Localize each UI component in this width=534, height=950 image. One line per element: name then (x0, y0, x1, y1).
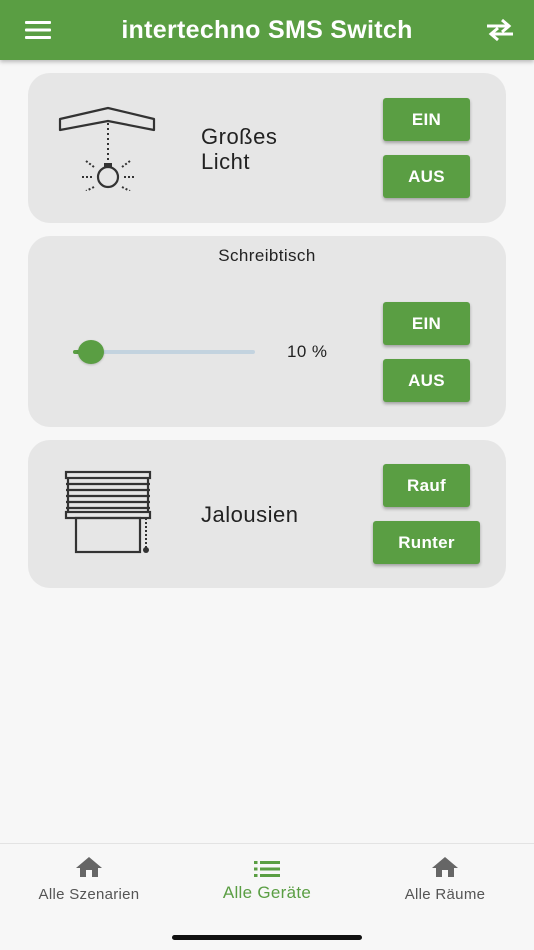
nav-item-alle-geraete[interactable]: Alle Geräte (178, 852, 356, 912)
nav-label: Alle Räume (404, 886, 486, 903)
menu-icon[interactable] (22, 17, 54, 43)
window-blinds-icon (64, 470, 154, 561)
device-name: Schreibtisch (218, 246, 316, 265)
nav-item-alle-szenarien[interactable]: Alle Szenarien (0, 852, 178, 912)
dimmer-slider[interactable] (73, 340, 255, 364)
slider-thumb[interactable] (78, 340, 105, 364)
ceiling-lamp-icon (58, 105, 156, 196)
home-indicator (172, 935, 362, 940)
device-card-schreibtisch: Schreibtisch 10 % EIN AUS (28, 236, 506, 427)
home-icon (75, 852, 103, 878)
nav-label: Alle Geräte (222, 883, 312, 902)
app-bar: intertechno SMS Switch (0, 0, 534, 60)
bottom-navigation: Alle Szenarien Alle Geräte Alle Räume (0, 843, 534, 950)
nav-label: Alle Szenarien (38, 886, 140, 903)
swap-horizontal-icon[interactable] (484, 14, 516, 46)
device-card-jalousien: Jalousien Rauf Runter (28, 440, 506, 588)
aus-button[interactable]: AUS (383, 155, 470, 198)
rauf-button[interactable]: Rauf (383, 464, 470, 507)
nav-item-alle-raeume[interactable]: Alle Räume (356, 852, 534, 912)
runter-button[interactable]: Runter (373, 521, 480, 564)
list-icon (253, 852, 281, 878)
device-name: Großes Licht (201, 124, 278, 174)
home-icon (431, 852, 459, 878)
dimmer-value: 10 % (287, 342, 328, 361)
aus-button[interactable]: AUS (383, 359, 470, 402)
ein-button[interactable]: EIN (383, 98, 470, 141)
app-title: intertechno SMS Switch (121, 15, 413, 44)
ein-button[interactable]: EIN (383, 302, 470, 345)
device-card-grosses-licht: Großes Licht EIN AUS (28, 73, 506, 223)
device-name: Jalousien (201, 502, 299, 527)
